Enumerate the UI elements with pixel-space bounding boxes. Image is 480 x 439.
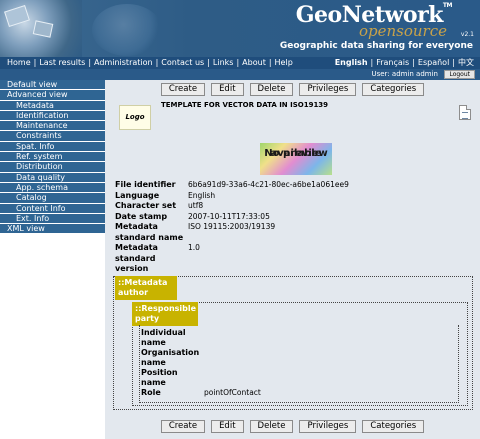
sidebar-item-ext-info[interactable]: Ext. Info [0,213,105,225]
action-toolbar-top: Create Edit Delete Privileges Categories [105,83,480,96]
globe-graphic [92,4,162,56]
edit-button[interactable]: Edit [211,420,244,433]
field-row: Metadata standard version 1.0 [115,243,475,275]
sidebar-item-default-view[interactable]: Default view [0,80,105,91]
field-label: Metadata standard version [115,243,158,273]
sidebar-item-xml-view[interactable]: XML view [0,224,105,235]
sidebar-item-app-schema[interactable]: App. schema [0,182,105,194]
create-button[interactable]: Create [160,83,206,96]
photo-tile [4,4,30,28]
nav-about[interactable]: About [242,58,266,67]
field-value: English [188,190,216,200]
preview-text: No preview available [260,145,332,159]
responsible-party-heading: ::Responsible party [132,302,198,326]
sidebar-item-advanced-view[interactable]: Advanced view [0,90,105,101]
metadata-panel: Create Edit Delete Privileges Categories Log… [105,80,480,439]
field-row: Metadata standard name ISO 19115:2003/191… [115,222,475,243]
privileges-button[interactable]: Privileges [299,83,357,96]
version-label: v2.1 [460,31,474,38]
sidebar-item-constraints[interactable]: Constraints [0,131,105,142]
field-label: File identifier [115,180,176,189]
edit-button[interactable]: Edit [211,83,244,96]
metadata-author-heading: ::Metadata author [115,276,177,300]
lang-espanol[interactable]: Español [418,58,449,67]
sidebar-item-identification[interactable]: Identification [0,110,105,122]
nav-administration[interactable]: Administration [94,58,153,67]
field-row: Role pointOfContact [141,388,441,398]
sidebar-item-ref-system[interactable]: Ref. system [0,152,105,163]
field-label: Date stamp [115,211,168,221]
create-button[interactable]: Create [160,420,206,433]
tagline: Geographic data sharing for everyone [279,41,473,51]
nav-last-results[interactable]: Last results [39,58,85,67]
sidebar-item-catalog[interactable]: Catalog [0,193,105,204]
record-title: TEMPLATE FOR VECTOR DATA IN ISO19139 [161,101,329,109]
field-label: Role [141,388,161,397]
field-label: Character set [115,201,177,210]
lang-chinese[interactable]: 中文 [458,58,474,67]
sidebar-item-metadata[interactable]: Metadata [0,100,105,111]
responsible-party-fields: Individual name Organisation name Positi… [141,328,441,398]
field-label: Metadata standard name [115,222,184,242]
field-label: Individual name [141,328,186,347]
sidebar: Default view Advanced view Metadata Iden… [0,80,105,439]
field-value: utf8 [188,201,204,210]
field-row: Language English [115,191,475,202]
field-row: Organisation name [141,348,441,368]
field-row: File identifier 6b6a91d9-33a6-4c21-80ec-a… [115,180,475,191]
record-logo: Logo [119,105,151,130]
sidebar-item-data-quality[interactable]: Data quality [0,172,105,183]
nav-home[interactable]: Home [7,58,31,67]
preview-line: available [270,148,322,159]
trademark-mark: TM [442,2,453,9]
lang-english[interactable]: English [335,58,368,67]
field-label: Position name [141,368,178,387]
logo-subtitle: opensource [358,22,447,40]
language-selector: English | Français | Español | 中文 [334,58,474,67]
field-row: Date stamp 2007-10-11T17:33:05 [115,212,475,223]
logout-button[interactable]: Logout [444,70,475,79]
nav-links[interactable]: Links [213,58,234,67]
user-bar: User: admin admin Logout [0,69,480,80]
field-row: Position name [141,368,441,388]
field-value: ISO 19115:2003/19139 [188,222,276,231]
header-banner: GeoNetworkTM opensource v2.1 Geographic … [0,0,480,57]
categories-button[interactable]: Categories [362,420,425,433]
field-row: Individual name [141,328,441,348]
header-photo [0,0,82,57]
field-value: 1.0 [188,243,200,252]
action-toolbar-bottom: Create Edit Delete Privileges Categories [105,420,480,433]
nav-contact-us[interactable]: Contact us [161,58,204,67]
xml-document-icon[interactable] [459,105,471,120]
delete-button[interactable]: Delete [249,83,294,96]
sidebar-item-maintenance[interactable]: Maintenance [0,121,105,132]
sidebar-item-content-info[interactable]: Content Info [0,203,105,214]
top-nav: Home | Last results | Administration | Contact… [0,57,480,69]
delete-button[interactable]: Delete [249,420,294,433]
preview-thumbnail: No preview available [260,143,332,175]
field-label: Organisation name [141,348,200,367]
user-label: User: admin admin [371,70,438,78]
lang-francais[interactable]: Français [376,58,409,67]
field-value: pointOfContact [204,388,261,397]
privileges-button[interactable]: Privileges [299,420,357,433]
field-value: 6b6a91d9-33a6-4c21-80ec-a6be1a061ee9 [188,180,349,189]
field-row: Character set utf8 [115,201,475,212]
nav-help[interactable]: Help [275,58,293,67]
categories-button[interactable]: Categories [362,83,425,96]
sidebar-item-spat-info[interactable]: Spat. Info [0,141,105,153]
sidebar-item-distribution[interactable]: Distribution [0,162,105,173]
field-label: Language [115,190,160,200]
metadata-fields: File identifier 6b6a91d9-33a6-4c21-80ec-a… [115,180,475,275]
field-value: 2007-10-11T17:33:05 [188,211,270,221]
photo-tile [32,20,54,38]
